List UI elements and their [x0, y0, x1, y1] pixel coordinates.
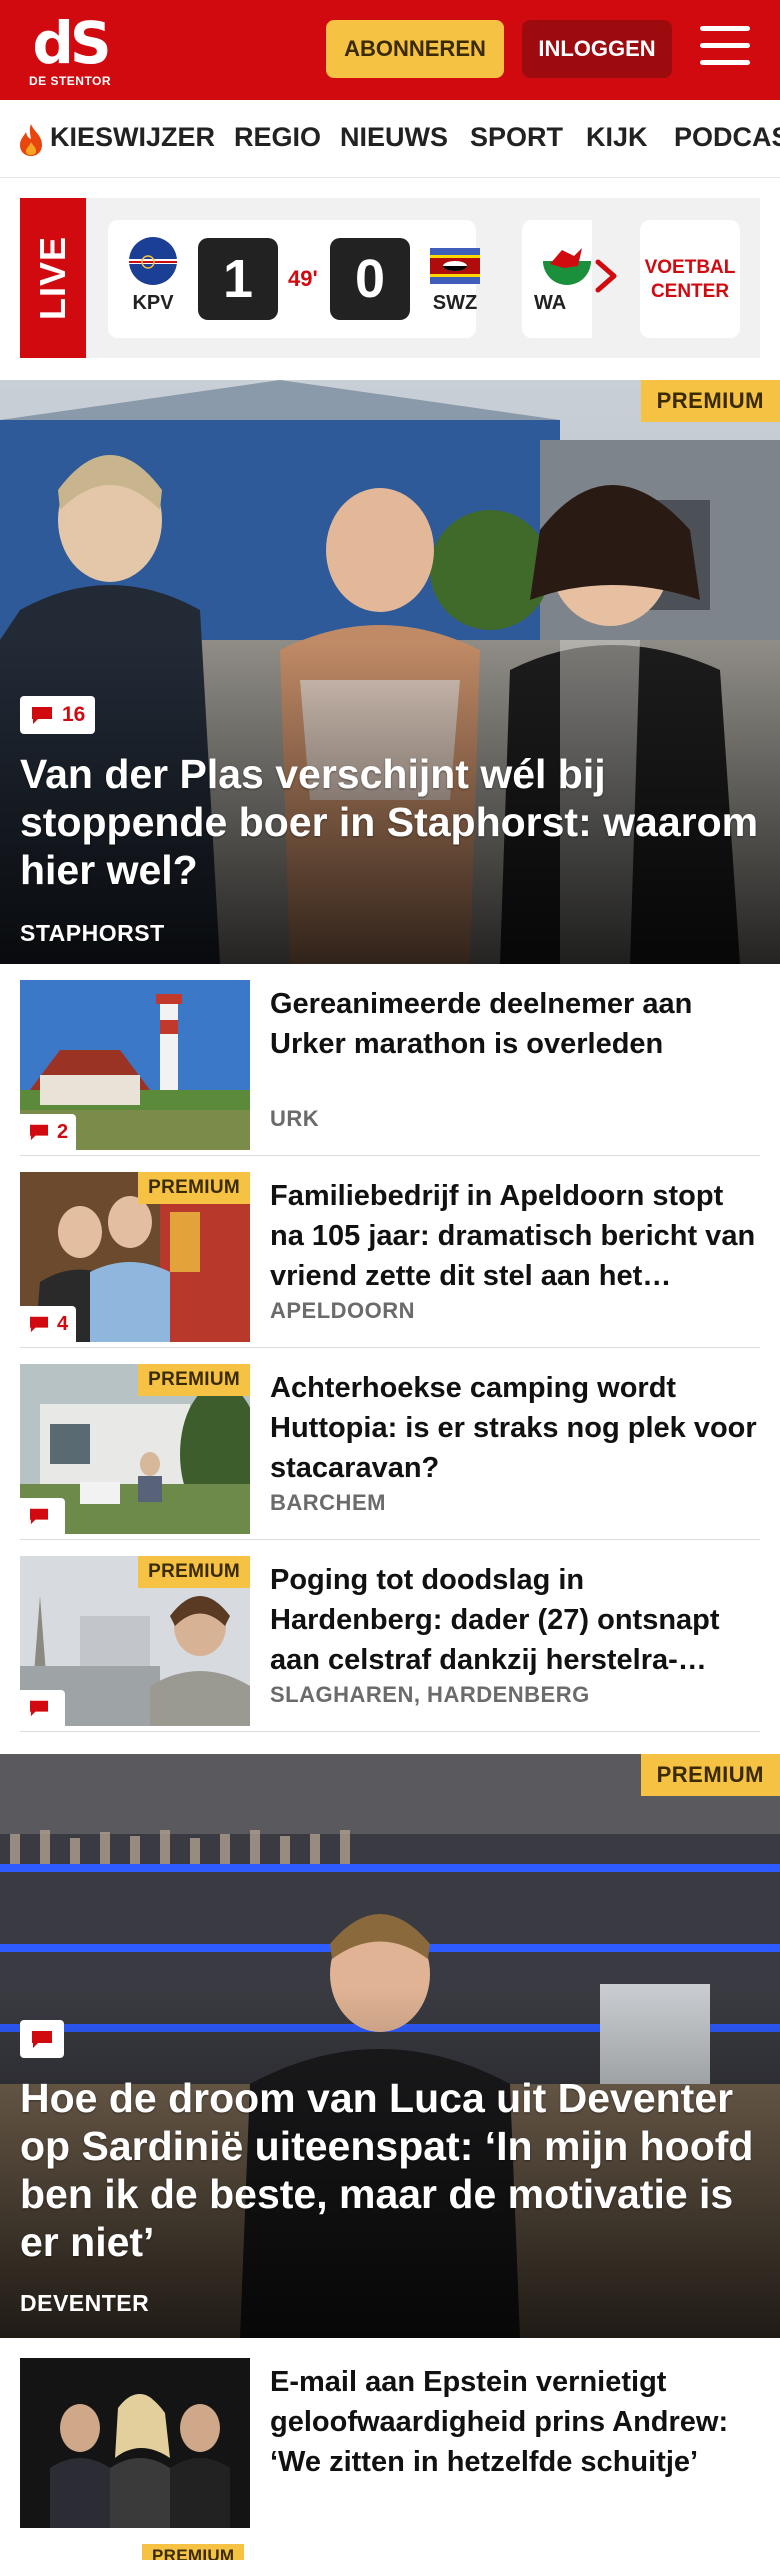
comment-icon — [32, 2031, 52, 2048]
nav-item-regio[interactable]: REGIO — [234, 122, 321, 153]
site-logo[interactable]: dS DE STENTOR — [28, 14, 112, 90]
live-scores: LIVE KPV 1 49' 0 SWZ WA VOETBAL CENTER — [20, 198, 760, 358]
premium-badge: PREMIUM — [138, 1172, 250, 1204]
article-location: BARCHEM — [270, 1490, 386, 1515]
comment-icon — [32, 707, 52, 724]
comment-icon — [30, 1508, 48, 1525]
article-row[interactable]: PREMIUM 4 Familiebedrijf in Apeldoorn st… — [20, 1156, 760, 1348]
article-title[interactable]: E-mail aan Epstein vernietigt geloofwaar… — [270, 2362, 760, 2482]
wales-flag-icon — [543, 237, 591, 285]
nav-item-sport[interactable]: SPORT — [470, 122, 563, 153]
swz-flag-icon — [430, 248, 480, 284]
premium-badge: PREMIUM — [138, 1556, 250, 1588]
article-title[interactable]: Familiebedrijf in Apeldoorn stopt na 105… — [270, 1176, 760, 1296]
article-row[interactable]: PREMIUM Poging tot doodslag in Hardenber… — [20, 1540, 760, 1732]
article-title[interactable]: Gereanimeerde deelnemer aan Urker marath… — [270, 984, 760, 1064]
logo-mark: dS — [32, 9, 111, 77]
home-score: 1 — [198, 238, 278, 320]
article-row[interactable]: PREMIUM Achterhoekse camping wordt Hutto… — [20, 1348, 760, 1540]
comment-count[interactable] — [20, 1498, 65, 1534]
nav-item-nieuws[interactable]: NIEUWS — [340, 122, 448, 153]
home-team: KPV — [132, 292, 174, 314]
premium-badge: PREMIUM — [640, 1754, 780, 1796]
nav-item-podcast[interactable]: PODCAS — [674, 122, 780, 153]
login-button[interactable]: INLOGGEN — [522, 20, 672, 78]
hero-article[interactable]: PREMIUM Hoe de droom van Luca uit Devent… — [0, 1754, 780, 2338]
article-thumbnail — [20, 2358, 250, 2528]
comment-icon — [30, 1124, 48, 1141]
live-label: LIVE — [20, 198, 86, 358]
top-bar: dS DE STENTOR ABONNEREN INLOGGEN — [0, 0, 780, 100]
football-center-link[interactable]: VOETBAL CENTER — [640, 220, 740, 338]
premium-badge: PREMIUM — [138, 1364, 250, 1396]
hero-title[interactable]: Van der Plas verschijnt wél bij stoppend… — [20, 750, 760, 894]
hero-location: STAPHORST — [20, 920, 165, 946]
hero-title[interactable]: Hoe de droom van Luca uit Deventer op Sa… — [20, 2074, 760, 2266]
match-card[interactable]: KPV 1 49' 0 SWZ — [108, 220, 480, 338]
comment-icon — [30, 1700, 48, 1717]
comment-count[interactable]: 4 — [20, 1306, 77, 1342]
subscribe-button[interactable]: ABONNEREN — [326, 20, 504, 78]
premium-badge: PREMIUM — [142, 2544, 245, 2560]
comment-count[interactable]: 2 — [20, 1114, 77, 1150]
nav-item-kijk[interactable]: KIJK — [586, 122, 648, 153]
chevron-right-icon[interactable] — [592, 256, 620, 296]
next-match-card[interactable]: WA — [522, 220, 592, 338]
kpv-flag-icon — [129, 237, 177, 285]
comment-count-value: 16 — [62, 703, 86, 726]
article-location: URK — [270, 1106, 320, 1131]
flame-icon — [20, 124, 42, 156]
match-minute: 49' — [288, 266, 318, 291]
article-thumbnail: PREMIUM — [20, 1364, 250, 1534]
article-thumbnail: PREMIUM — [20, 1556, 250, 1726]
comment-count[interactable] — [20, 1690, 65, 1726]
nav-item-kieswijzer[interactable]: KIESWIJZER — [50, 122, 215, 153]
away-team: SWZ — [432, 292, 478, 314]
comment-count[interactable] — [20, 2020, 64, 2058]
article-location: APELDOORN — [270, 1298, 416, 1323]
hero-location: DEVENTER — [20, 2290, 150, 2316]
article-location: SLAGHAREN, HARDENBERG — [270, 1682, 590, 1707]
article-title[interactable]: Poging tot doodslag in Hardenberg: dader… — [270, 1560, 760, 1680]
comment-count-value: 2 — [57, 1120, 69, 1143]
article-photo — [20, 2358, 250, 2528]
article-row[interactable]: E-mail aan Epstein vernietigt geloofwaar… — [20, 2338, 760, 2560]
away-score: 0 — [330, 238, 410, 320]
next-match-team: WA — [534, 292, 567, 314]
comment-count-value: 4 — [57, 1312, 69, 1335]
hero-article[interactable]: PREMIUM 16 Van der Plas verschijnt wél b… — [0, 380, 780, 964]
article-thumbnail: PREMIUM 4 — [20, 1172, 250, 1342]
article-row[interactable]: 2 Gereanimeerde deelnemer aan Urker mara… — [20, 964, 760, 1156]
main-nav: KIESWIJZER REGIO NIEUWS SPORT KIJK PODCA… — [0, 100, 780, 178]
premium-badge: PREMIUM — [640, 380, 780, 422]
comment-count[interactable]: 16 — [20, 696, 96, 734]
article-thumbnail: 2 — [20, 980, 250, 1150]
menu-icon[interactable] — [700, 26, 750, 72]
logo-subtitle: DE STENTOR — [28, 74, 112, 88]
comment-icon — [30, 1316, 48, 1333]
article-title[interactable]: Achterhoekse camping wordt Huttopia: is … — [270, 1368, 760, 1488]
